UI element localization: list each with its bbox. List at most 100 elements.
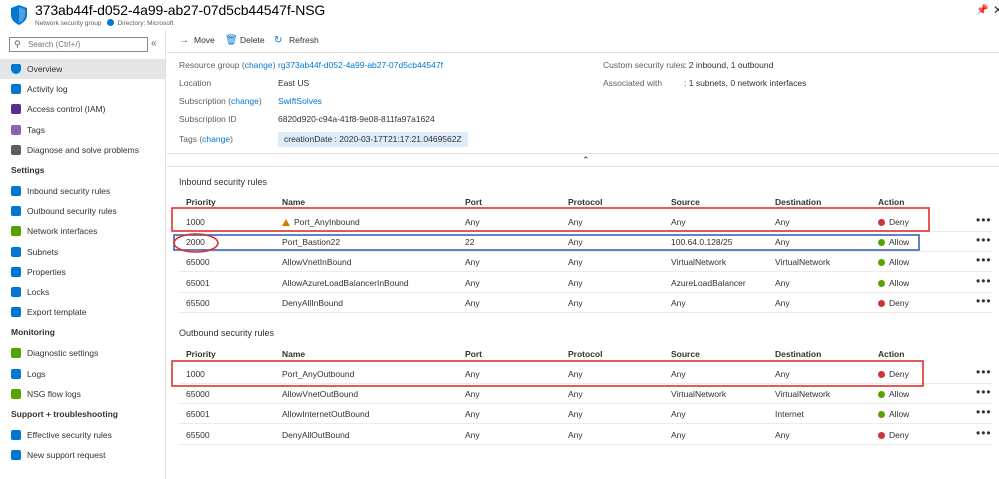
more-options-icon[interactable]: ••• bbox=[976, 294, 992, 308]
move-button[interactable]: → Move bbox=[179, 35, 215, 49]
table-row[interactable]: 1000 Port_AnyOutbound Any Any Any Any Deny ••• bbox=[179, 364, 993, 384]
cell-text: 65001 bbox=[186, 277, 210, 288]
cell-port: Any bbox=[465, 409, 480, 419]
properties-icon bbox=[11, 266, 21, 277]
pin-icon[interactable]: 📌 bbox=[976, 5, 988, 16]
sidebar-item-effective-security-rules[interactable]: Effective security rules bbox=[0, 425, 165, 445]
sidebar-item-logs[interactable]: Logs bbox=[0, 364, 165, 384]
sidebar-item-new-support-request[interactable]: New support request bbox=[0, 445, 165, 465]
cell-text: Any bbox=[568, 277, 583, 288]
cell-source: VirtualNetwork bbox=[671, 389, 726, 399]
essentials-collapse-bar[interactable]: ⌃ bbox=[167, 153, 999, 167]
cell-text: 1000 bbox=[186, 217, 205, 227]
cell-priority: 2000 bbox=[186, 237, 205, 247]
column-header-priority: Priority bbox=[186, 197, 216, 207]
delete-button[interactable]: 🗑 Delete bbox=[225, 35, 265, 49]
sidebar-item-nsg-flow-logs[interactable]: NSG flow logs bbox=[0, 384, 165, 404]
cell-port: Any bbox=[465, 257, 480, 267]
more-options-icon[interactable]: ••• bbox=[976, 385, 992, 399]
change-resource-group-link[interactable]: change bbox=[245, 60, 273, 70]
column-header-protocol: Protocol bbox=[568, 197, 603, 207]
tags-label: Tags (change) bbox=[179, 134, 233, 144]
close-icon[interactable]: ✕ bbox=[993, 3, 999, 17]
allow-icon bbox=[878, 239, 885, 247]
more-options-icon[interactable]: ••• bbox=[976, 426, 992, 440]
cell-text: Any bbox=[775, 297, 790, 308]
cell-source: Any bbox=[671, 298, 686, 308]
sidebar-item-label: Tags bbox=[27, 124, 45, 135]
collapse-menu-icon[interactable]: « bbox=[151, 38, 157, 49]
cell-text: Port_AnyInbound bbox=[294, 217, 360, 227]
sidebar-item-label: Network interfaces bbox=[27, 226, 98, 237]
cell-text: VirtualNetwork bbox=[671, 257, 727, 268]
directory-info-icon bbox=[107, 19, 115, 26]
column-header-destination: Destination bbox=[775, 197, 822, 207]
allow-icon bbox=[878, 259, 885, 267]
cell-text: Any bbox=[568, 237, 583, 248]
sidebar-item-overview[interactable]: Overview bbox=[0, 59, 165, 79]
resource-group-link[interactable]: rg373ab44f-d052-4a99-ab27-07d5cb44547f bbox=[278, 60, 443, 70]
column-header-port: Port bbox=[465, 197, 482, 207]
table-row[interactable]: 2000 Port_Bastion22 22 Any 100.64.0.128/25 An… bbox=[179, 232, 993, 253]
cell-text: Allow bbox=[889, 409, 910, 420]
change-tags-link[interactable]: change bbox=[202, 134, 230, 144]
change-subscription-link[interactable]: change bbox=[231, 96, 259, 106]
sidebar-item-outbound-security-rules[interactable]: Outbound security rules bbox=[0, 201, 165, 221]
cell-text: Allow bbox=[889, 257, 910, 268]
table-row[interactable]: 65000 AllowVnetInBound Any Any VirtualNetwor… bbox=[179, 252, 993, 273]
resource-title: 373ab44f-d052-4a99-ab27-07d5cb44547f-NSG bbox=[35, 2, 326, 18]
sidebar-item-diagnose-and-solve-problems[interactable]: Diagnose and solve problems bbox=[0, 140, 165, 160]
resource-menu: ⚲ « Overview Activity log Access control (… bbox=[0, 31, 166, 479]
sidebar-item-diagnostic-settings[interactable]: Diagnostic settings bbox=[0, 343, 165, 363]
subscription-label: Subscription (change) bbox=[179, 96, 262, 106]
cell-text: Any bbox=[671, 429, 686, 440]
resource-group-label: Resource group (change) bbox=[179, 60, 276, 70]
cell-text: Any bbox=[465, 389, 480, 400]
table-row[interactable]: 65000 AllowVnetOutBound Any Any VirtualNetwo… bbox=[179, 384, 993, 405]
sidebar-item-subnets[interactable]: Subnets bbox=[0, 242, 165, 262]
more-options-icon[interactable]: ••• bbox=[976, 233, 992, 247]
sidebar-item-label: Access control (IAM) bbox=[27, 104, 106, 115]
table-row[interactable]: 65500 DenyAllOutBound Any Any Any Any Deny ••• bbox=[179, 425, 993, 445]
more-options-icon[interactable]: ••• bbox=[976, 405, 992, 419]
cell-text: Allow bbox=[889, 389, 910, 400]
sidebar-item-label: Locks bbox=[27, 287, 50, 297]
menu-search-box[interactable]: ⚲ bbox=[9, 37, 148, 52]
table-row[interactable]: 65001 AllowAzureLoadBalancerInBound Any Any… bbox=[179, 273, 993, 293]
sidebar-item-export-template[interactable]: Export template bbox=[0, 302, 165, 322]
subscription-link[interactable]: SwiftSolves bbox=[278, 96, 322, 106]
sidebar-item-inbound-security-rules[interactable]: Inbound security rules bbox=[0, 181, 165, 201]
inbound-rules-icon bbox=[11, 186, 21, 196]
table-row[interactable]: 65500 DenyAllInBound Any Any Any Any Deny ••• bbox=[179, 293, 993, 313]
sidebar-item-locks[interactable]: Locks bbox=[0, 282, 165, 302]
table-row[interactable]: 65001 AllowInternetOutBound Any Any Any Inter… bbox=[179, 404, 993, 425]
cell-text: AllowVnetOutBound bbox=[282, 389, 359, 400]
more-options-icon[interactable]: ••• bbox=[976, 274, 992, 288]
more-options-icon[interactable]: ••• bbox=[976, 365, 992, 379]
more-options-icon[interactable]: ••• bbox=[976, 253, 992, 267]
sidebar-item-label: Outbound security rules bbox=[27, 206, 117, 217]
sidebar-item-access-control-iam[interactable]: Access control (IAM) bbox=[0, 99, 165, 119]
shield-icon bbox=[11, 64, 21, 74]
column-header-priority: Priority bbox=[186, 349, 216, 359]
subscription-id-label: Subscription ID bbox=[179, 114, 237, 124]
sidebar-item-properties[interactable]: Properties bbox=[0, 262, 165, 282]
cell-action: Deny bbox=[878, 369, 909, 379]
refresh-button[interactable]: ↻ Refresh bbox=[274, 35, 319, 49]
column-header-action: Action bbox=[878, 349, 905, 359]
sidebar-item-tags[interactable]: Tags bbox=[0, 120, 165, 140]
sidebar-item-activity-log[interactable]: Activity log bbox=[0, 79, 165, 99]
sidebar-item-label: Logs bbox=[27, 368, 46, 379]
location-label: Location bbox=[179, 78, 212, 88]
tag-chip: creationDate : 2020-03-17T21:17:21.04695… bbox=[278, 132, 468, 147]
sidebar-item-network-interfaces[interactable]: Network interfaces bbox=[0, 221, 165, 241]
cell-action: Allow bbox=[878, 389, 909, 399]
menu-search-input[interactable] bbox=[28, 39, 146, 50]
more-options-icon[interactable]: ••• bbox=[976, 213, 992, 227]
cell-port: Any bbox=[465, 217, 480, 227]
cell-text: Any bbox=[671, 217, 686, 227]
sidebar-item-label: Diagnose and solve problems bbox=[27, 144, 139, 155]
table-row[interactable]: 1000 Port_AnyInbound Any Any Any Any Deny ••• bbox=[179, 212, 993, 232]
cell-text: Internet bbox=[775, 409, 804, 420]
cell-text: Any bbox=[671, 369, 686, 379]
